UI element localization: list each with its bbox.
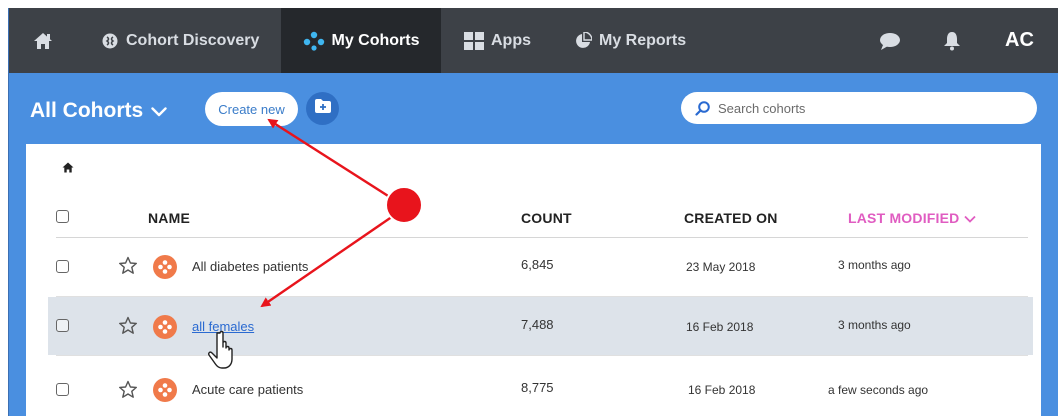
user-avatar[interactable]: AC [1005, 8, 1034, 73]
select-all-checkbox[interactable] [56, 210, 69, 223]
cohort-icon [153, 315, 177, 339]
cohort-created-on: 23 May 2018 [686, 260, 756, 274]
nav-apps[interactable]: Apps [464, 8, 531, 73]
search-box[interactable] [681, 92, 1037, 124]
table-row[interactable]: Acute care patients 8,775 16 Feb 2018 a … [48, 356, 1033, 414]
star-icon[interactable] [118, 380, 138, 404]
chat-bubble-icon [879, 32, 901, 50]
cohort-name[interactable]: Acute care patients [192, 382, 303, 397]
grid-icon [464, 31, 484, 50]
search-icon [695, 100, 710, 116]
star-icon[interactable] [118, 256, 138, 280]
cohort-last-modified: a few seconds ago [828, 383, 929, 397]
cohort-name[interactable]: All diabetes patients [192, 259, 308, 274]
cohort-last-modified: 3 months ago [838, 258, 911, 272]
row-checkbox[interactable] [56, 319, 69, 332]
cohort-last-modified: 3 months ago [838, 318, 911, 332]
cohort-list-panel: NAME COUNT CREATED ON LAST MODIFIED All … [26, 144, 1041, 416]
new-folder-button[interactable] [306, 92, 339, 125]
nav-label: Apps [491, 31, 531, 49]
pie-chart-icon [574, 31, 592, 50]
nav-label: My Cohorts [331, 31, 420, 49]
nav-my-cohorts[interactable]: My Cohorts [281, 8, 441, 73]
nav-my-reports[interactable]: My Reports [574, 8, 686, 73]
nav-notifications[interactable] [943, 8, 968, 73]
user-initials: AC [1005, 29, 1034, 51]
nav-label: My Reports [599, 31, 687, 49]
breadcrumb-home-icon[interactable] [62, 160, 74, 178]
brain-icon [101, 33, 119, 49]
column-header-name[interactable]: NAME [148, 210, 190, 226]
cohort-icon [303, 31, 325, 51]
column-header-count[interactable]: COUNT [521, 210, 572, 226]
column-header-last-modified[interactable]: LAST MODIFIED [848, 210, 977, 226]
nav-label: Cohort Discovery [126, 31, 260, 49]
nav-cohort-discovery[interactable]: Cohort Discovery [101, 8, 259, 73]
folder-add-icon [314, 99, 331, 118]
page-title: All Cohorts [30, 99, 144, 122]
chevron-down-icon [964, 210, 977, 226]
column-header-created[interactable]: CREATED ON [684, 210, 778, 226]
cohort-name-link[interactable]: all females [192, 319, 254, 334]
home-icon [33, 32, 53, 50]
star-icon[interactable] [118, 316, 138, 340]
row-checkbox[interactable] [56, 383, 69, 396]
cohort-created-on: 16 Feb 2018 [686, 320, 754, 334]
table-row[interactable]: all females 7,488 16 Feb 2018 3 months a… [48, 297, 1033, 355]
nav-messages[interactable] [879, 8, 908, 73]
search-input[interactable] [718, 100, 1008, 116]
cohort-icon [153, 378, 177, 402]
bell-icon [943, 31, 961, 51]
nav-home[interactable] [33, 8, 60, 73]
table-row[interactable]: All diabetes patients 6,845 23 May 2018 … [48, 238, 1033, 296]
app-window: Cohort Discovery My Cohorts Apps My Repo… [8, 8, 1058, 416]
create-new-button[interactable]: Create new [205, 92, 298, 126]
column-header-label: LAST MODIFIED [848, 210, 960, 226]
cohort-created-on: 16 Feb 2018 [688, 383, 756, 397]
chevron-down-icon [151, 99, 167, 123]
top-nav: Cohort Discovery My Cohorts Apps My Repo… [9, 8, 1058, 73]
cohort-count: 7,488 [521, 317, 554, 332]
cohort-icon [153, 255, 177, 279]
cohort-count: 8,775 [521, 380, 554, 395]
cohort-count: 6,845 [521, 257, 554, 272]
row-checkbox[interactable] [56, 260, 69, 273]
cohort-filter-dropdown[interactable]: All Cohorts [30, 99, 167, 123]
